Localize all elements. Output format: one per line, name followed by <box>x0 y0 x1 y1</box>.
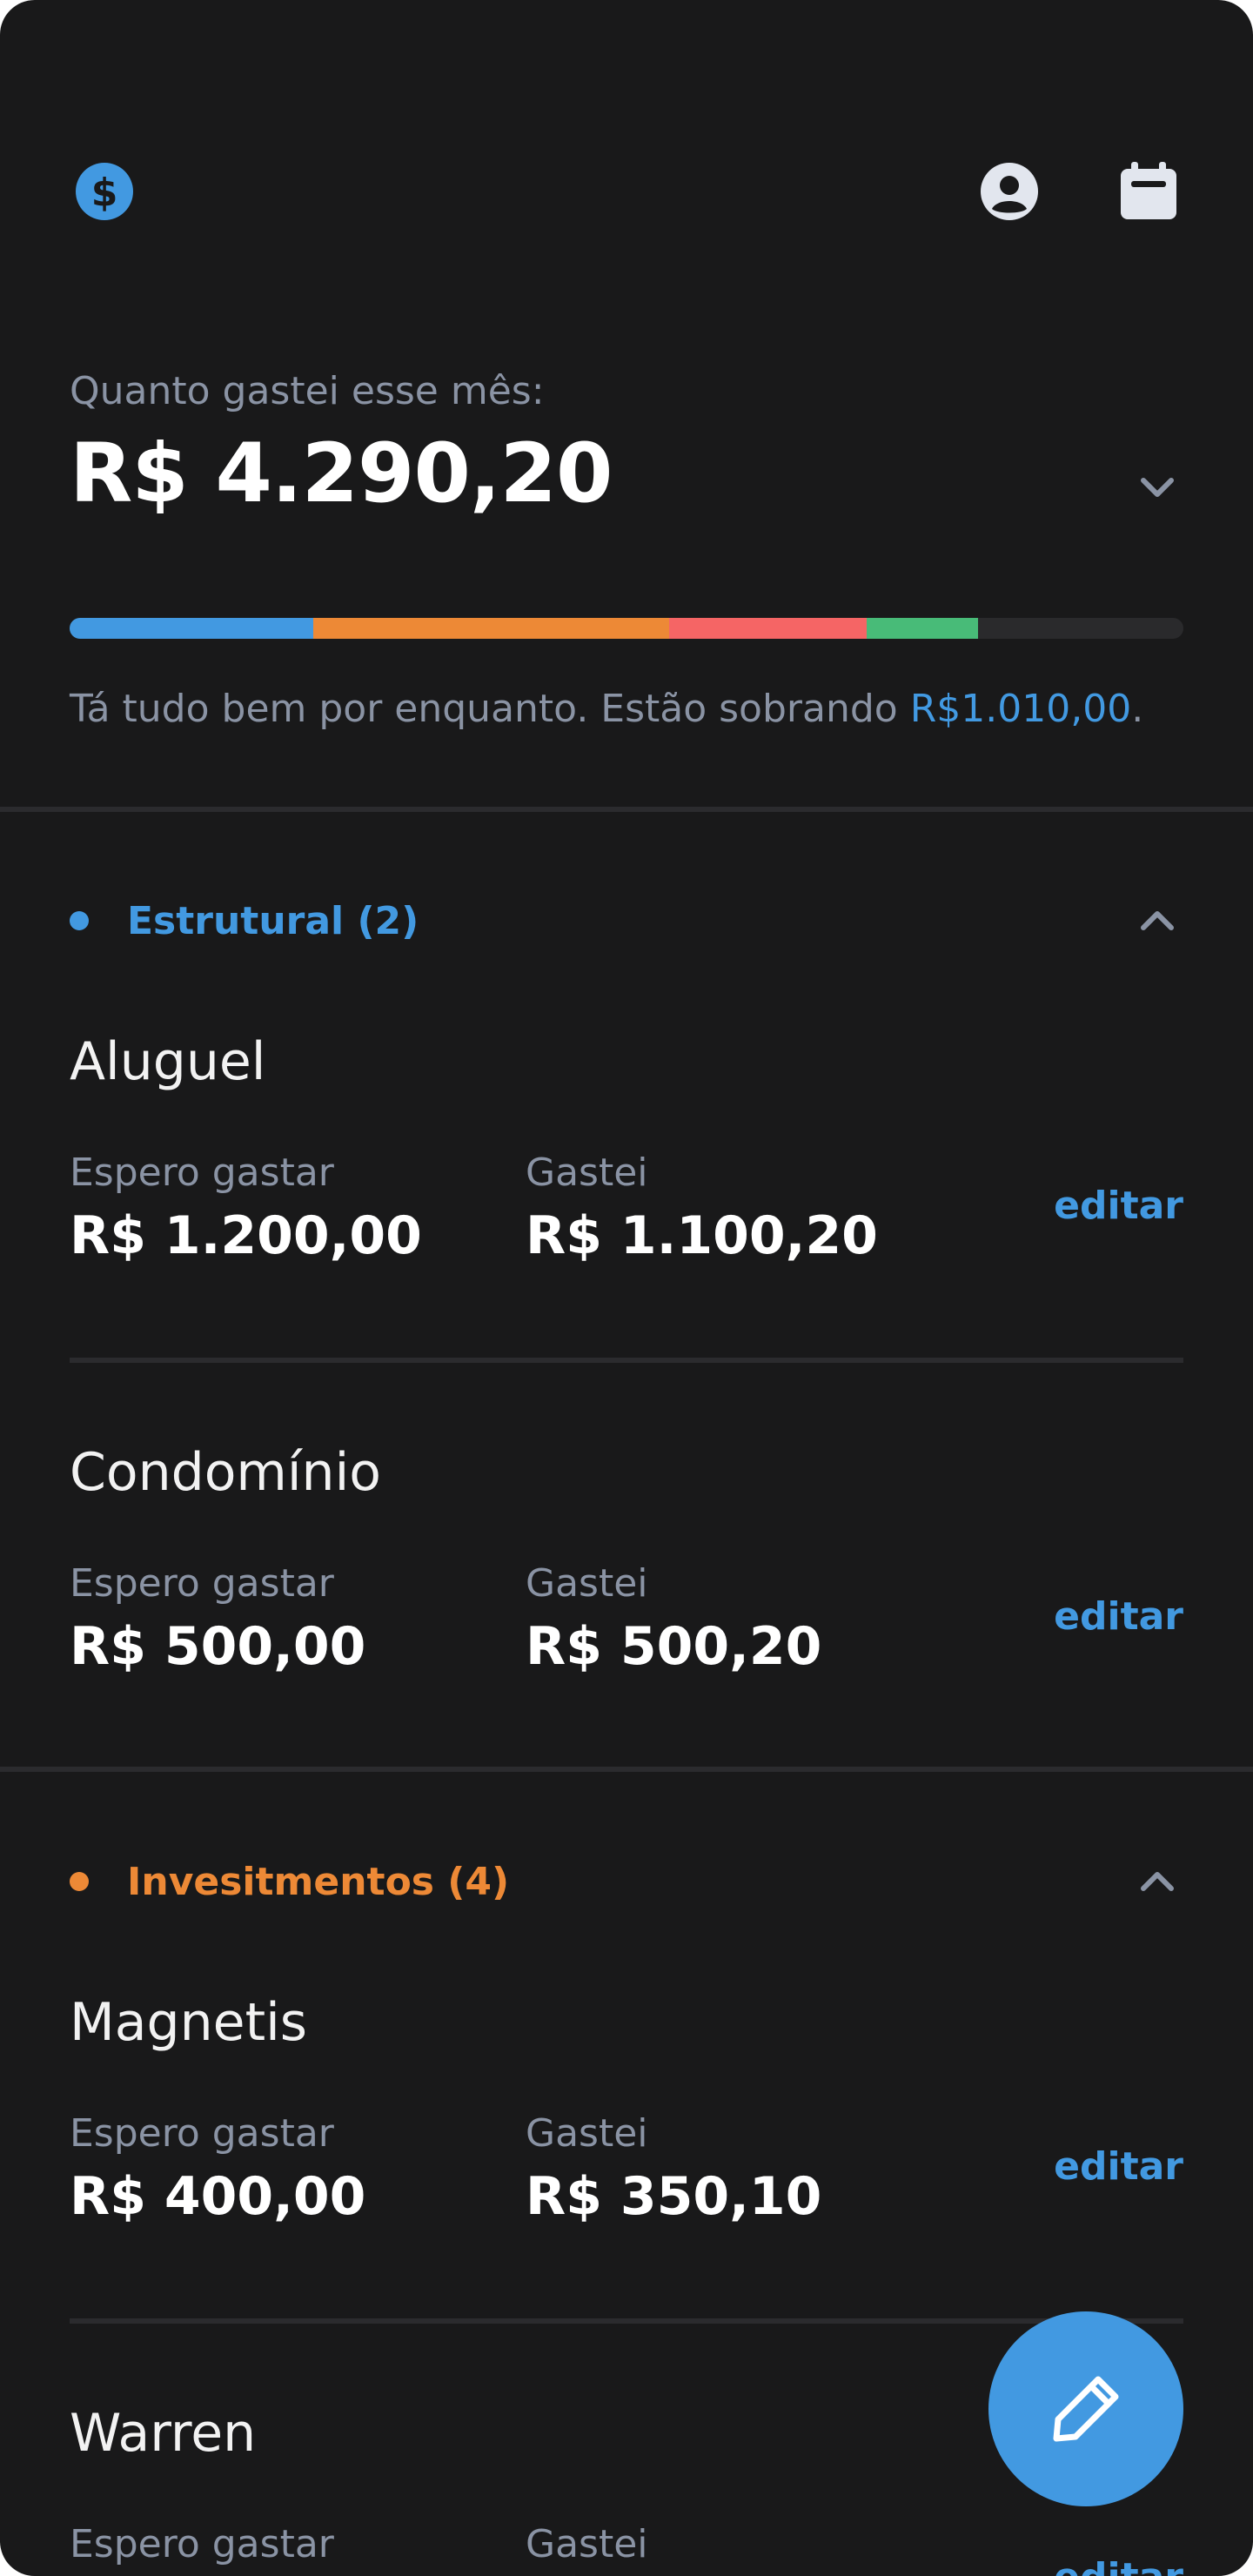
expected-label: Espero gastar <box>70 1561 334 1606</box>
user-circle-icon[interactable] <box>975 157 1044 226</box>
expected-value: R$ 1.200,00 <box>70 1205 422 1266</box>
spent-value: R$ 350,10 <box>526 2166 822 2227</box>
group-header-investimentos[interactable]: Invesitmentos (4) <box>70 1847 1183 1916</box>
list-item: Condomínio Espero gastar R$ 500,00 Gaste… <box>70 1438 1183 1699</box>
section-divider <box>0 807 1253 812</box>
spent-column: Gastei R$ 500,20 <box>526 1560 821 1681</box>
budget-segment-4 <box>867 618 979 639</box>
group-color-dot <box>70 911 89 930</box>
edit-fab-button[interactable] <box>988 2311 1183 2506</box>
item-name: Aluguel <box>70 1031 266 1092</box>
item-divider <box>70 2318 1183 2324</box>
spent-value: R$ 1.100,20 <box>526 1205 878 1266</box>
dollar-circle-icon[interactable]: $ <box>70 157 139 226</box>
group-title: Invesitmentos (4) <box>127 1859 510 1904</box>
edit-link[interactable]: editar <box>1054 1184 1183 1228</box>
spent-label: Gastei <box>526 2522 648 2566</box>
group-header-estrutural[interactable]: Estrutural (2) <box>70 886 1183 956</box>
budget-segment-2 <box>313 618 669 639</box>
pencil-icon <box>1053 2376 1119 2442</box>
spent-column: Gastei R$ 350,10 <box>526 2110 821 2231</box>
status-suffix: . <box>1131 687 1144 731</box>
group-title: Estrutural (2) <box>127 898 419 943</box>
item-values: Espero gastar R$ 400,00 Gastei R$ 350,10… <box>70 2110 1183 2249</box>
expected-column: Espero gastar R$ 1.200,00 <box>70 1149 422 1271</box>
edit-link[interactable]: editar <box>1054 2555 1183 2576</box>
app-screen: $ Quanto gastei esse mês: R$ 4.290,20 Tá… <box>0 0 1253 2576</box>
chevron-up-icon[interactable] <box>1131 895 1183 947</box>
spent-label: Gastei <box>526 1150 648 1195</box>
chevron-down-icon[interactable] <box>1131 461 1183 513</box>
edit-link[interactable]: editar <box>1054 2144 1183 2189</box>
chevron-up-icon[interactable] <box>1131 1855 1183 1908</box>
expected-label: Espero gastar <box>70 2522 334 2566</box>
summary-total: R$ 4.290,20 <box>70 426 613 521</box>
spent-label: Gastei <box>526 2111 648 2156</box>
calendar-icon[interactable] <box>1114 157 1183 226</box>
item-values: Espero gastar Gastei editar <box>70 2520 1183 2576</box>
expected-column: Espero gastar R$ 500,00 <box>70 1560 365 1681</box>
summary-label: Quanto gastei esse mês: <box>70 369 545 413</box>
list-item: Magnetis Espero gastar R$ 400,00 Gastei … <box>70 1988 1183 2249</box>
group-color-dot <box>70 1872 89 1891</box>
budget-progress-bar <box>70 618 1183 639</box>
status-message: Tá tudo bem por enquanto. Estão sobrando… <box>70 679 1201 740</box>
monthly-summary: Quanto gastei esse mês: R$ 4.290,20 <box>70 366 1183 522</box>
item-values: Espero gastar R$ 1.200,00 Gastei R$ 1.10… <box>70 1149 1183 1288</box>
edit-link[interactable]: editar <box>1054 1594 1183 1639</box>
expected-label: Espero gastar <box>70 2111 334 2156</box>
svg-text:$: $ <box>91 171 118 215</box>
expected-value: R$ 400,00 <box>70 2166 366 2227</box>
spent-label: Gastei <box>526 1561 648 1606</box>
item-name: Magnetis <box>70 1992 308 2053</box>
top-bar: $ <box>0 0 1253 226</box>
expected-column: Espero gastar R$ 400,00 <box>70 2110 365 2231</box>
spent-column: Gastei <box>526 2520 648 2573</box>
item-values: Espero gastar R$ 500,00 Gastei R$ 500,20… <box>70 1560 1183 1699</box>
section-divider <box>0 1767 1253 1772</box>
expected-value: R$ 500,00 <box>70 1616 366 1677</box>
expected-column: Espero gastar <box>70 2520 334 2573</box>
budget-segment-1 <box>70 618 314 639</box>
item-divider <box>70 1358 1183 1363</box>
list-item: Aluguel Espero gastar R$ 1.200,00 Gastei… <box>70 1027 1183 1288</box>
expected-label: Espero gastar <box>70 1150 334 1195</box>
status-text: Tá tudo bem por enquanto. Estão sobrando <box>70 687 910 731</box>
remaining-amount: R$1.010,00 <box>909 687 1132 731</box>
item-name: Condomínio <box>70 1442 381 1503</box>
spent-column: Gastei R$ 1.100,20 <box>526 1149 878 1271</box>
budget-segment-3 <box>668 618 868 639</box>
spent-value: R$ 500,20 <box>526 1616 822 1677</box>
